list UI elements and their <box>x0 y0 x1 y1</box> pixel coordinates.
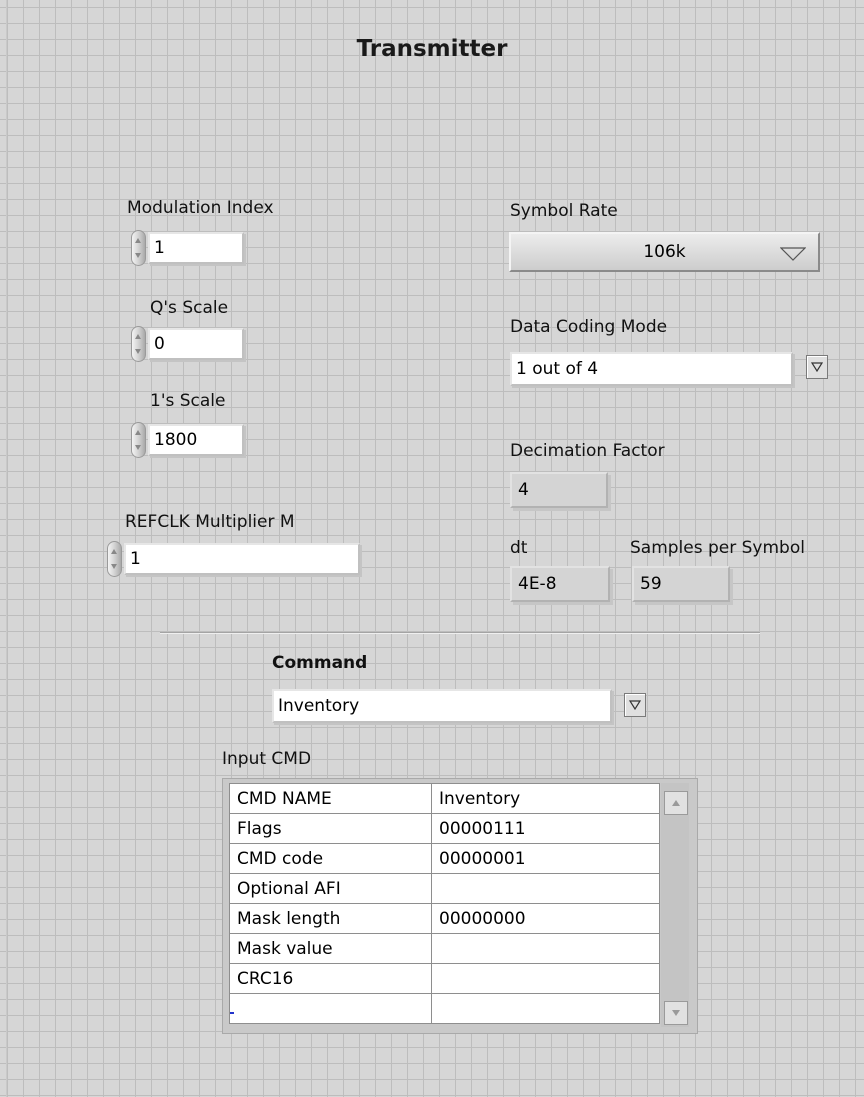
modulation-index-input[interactable]: 1 <box>148 232 244 264</box>
decimation-factor-label: Decimation Factor <box>510 441 665 461</box>
scroll-up-arrow-icon <box>672 800 680 806</box>
table-cell-value[interactable] <box>431 993 660 1024</box>
table-cell-name[interactable]: Mask value <box>229 933 432 964</box>
table-row: Mask length 00000000 <box>229 903 660 934</box>
refclk-multiplier-label: REFCLK Multiplier M <box>125 512 295 532</box>
table-row <box>229 993 660 1024</box>
table-cell-name[interactable]: Mask length <box>229 903 432 934</box>
scroll-down-button[interactable] <box>664 1001 688 1025</box>
data-coding-mode-value[interactable]: 1 out of 4 <box>510 352 793 386</box>
input-cmd-label: Input CMD <box>222 749 312 769</box>
table-cell-value[interactable] <box>431 963 660 994</box>
q-scale-label: Q's Scale <box>150 298 229 318</box>
symbol-rate-value: 106k <box>643 242 686 262</box>
data-coding-mode-label: Data Coding Mode <box>510 317 668 337</box>
samples-per-symbol-label: Samples per Symbol <box>630 538 805 558</box>
table-row: CRC16 <box>229 963 660 994</box>
table-cell-value[interactable] <box>431 873 660 904</box>
modulation-index-control: 1 <box>131 230 244 266</box>
table-row: CMD code 00000001 <box>229 843 660 874</box>
table-cell-name[interactable]: CMD NAME <box>229 783 432 814</box>
input-cmd-table: CMD NAME Inventory Flags 00000111 CMD co… <box>222 778 698 1034</box>
table-row: Flags 00000111 <box>229 813 660 844</box>
panel-title: Transmitter <box>356 36 508 62</box>
increment-decrement-arrows-icon[interactable] <box>131 230 146 266</box>
increment-decrement-arrows-icon[interactable] <box>131 326 146 362</box>
increment-decrement-arrows-icon[interactable] <box>107 541 122 577</box>
section-divider <box>160 632 760 634</box>
table-cell-name[interactable]: Optional AFI <box>229 873 432 904</box>
one-scale-input[interactable]: 1800 <box>148 424 244 456</box>
table-row: Mask value <box>229 933 660 964</box>
command-value[interactable]: Inventory <box>272 689 612 723</box>
table-cell-name[interactable]: Flags <box>229 813 432 844</box>
input-cmd-grid: CMD NAME Inventory Flags 00000111 CMD co… <box>229 783 660 1024</box>
q-scale-input[interactable]: 0 <box>148 328 244 360</box>
table-cell-value[interactable]: Inventory <box>431 783 660 814</box>
one-scale-control: 1800 <box>131 422 244 458</box>
data-coding-mode-menu-button[interactable] <box>806 355 828 379</box>
vertical-scrollbar[interactable] <box>661 783 689 1027</box>
text-cursor <box>230 1012 234 1014</box>
symbol-rate-label: Symbol Rate <box>510 201 618 221</box>
decimation-factor-indicator: 4 <box>510 472 608 508</box>
scroll-down-arrow-icon <box>672 1010 680 1016</box>
dt-indicator: 4E-8 <box>510 566 610 602</box>
dt-label: dt <box>510 538 528 558</box>
q-scale-control: 0 <box>131 326 244 362</box>
table-cell-value[interactable]: 00000111 <box>431 813 660 844</box>
modulation-index-label: Modulation Index <box>127 198 274 218</box>
increment-decrement-arrows-icon[interactable] <box>131 422 146 458</box>
table-cell-value[interactable] <box>431 933 660 964</box>
symbol-rate-ring[interactable]: 106k <box>509 232 820 272</box>
down-triangle-icon <box>811 362 823 372</box>
scroll-up-button[interactable] <box>664 791 688 815</box>
down-triangle-icon <box>629 700 641 710</box>
refclk-multiplier-control: 1 <box>107 541 360 577</box>
table-cell-name[interactable]: CRC16 <box>229 963 432 994</box>
table-row: CMD NAME Inventory <box>229 783 660 814</box>
table-cell-value[interactable]: 00000000 <box>431 903 660 934</box>
table-cell-name[interactable] <box>229 993 432 1024</box>
table-cell-name[interactable]: CMD code <box>229 843 432 874</box>
one-scale-label: 1's Scale <box>150 391 226 411</box>
command-menu-button[interactable] <box>624 693 646 717</box>
samples-per-symbol-indicator: 59 <box>632 566 730 602</box>
table-cell-value[interactable]: 00000001 <box>431 843 660 874</box>
table-row: Optional AFI <box>229 873 660 904</box>
refclk-multiplier-input[interactable]: 1 <box>124 543 360 575</box>
down-triangle-icon <box>780 247 806 261</box>
command-label: Command <box>272 653 368 673</box>
